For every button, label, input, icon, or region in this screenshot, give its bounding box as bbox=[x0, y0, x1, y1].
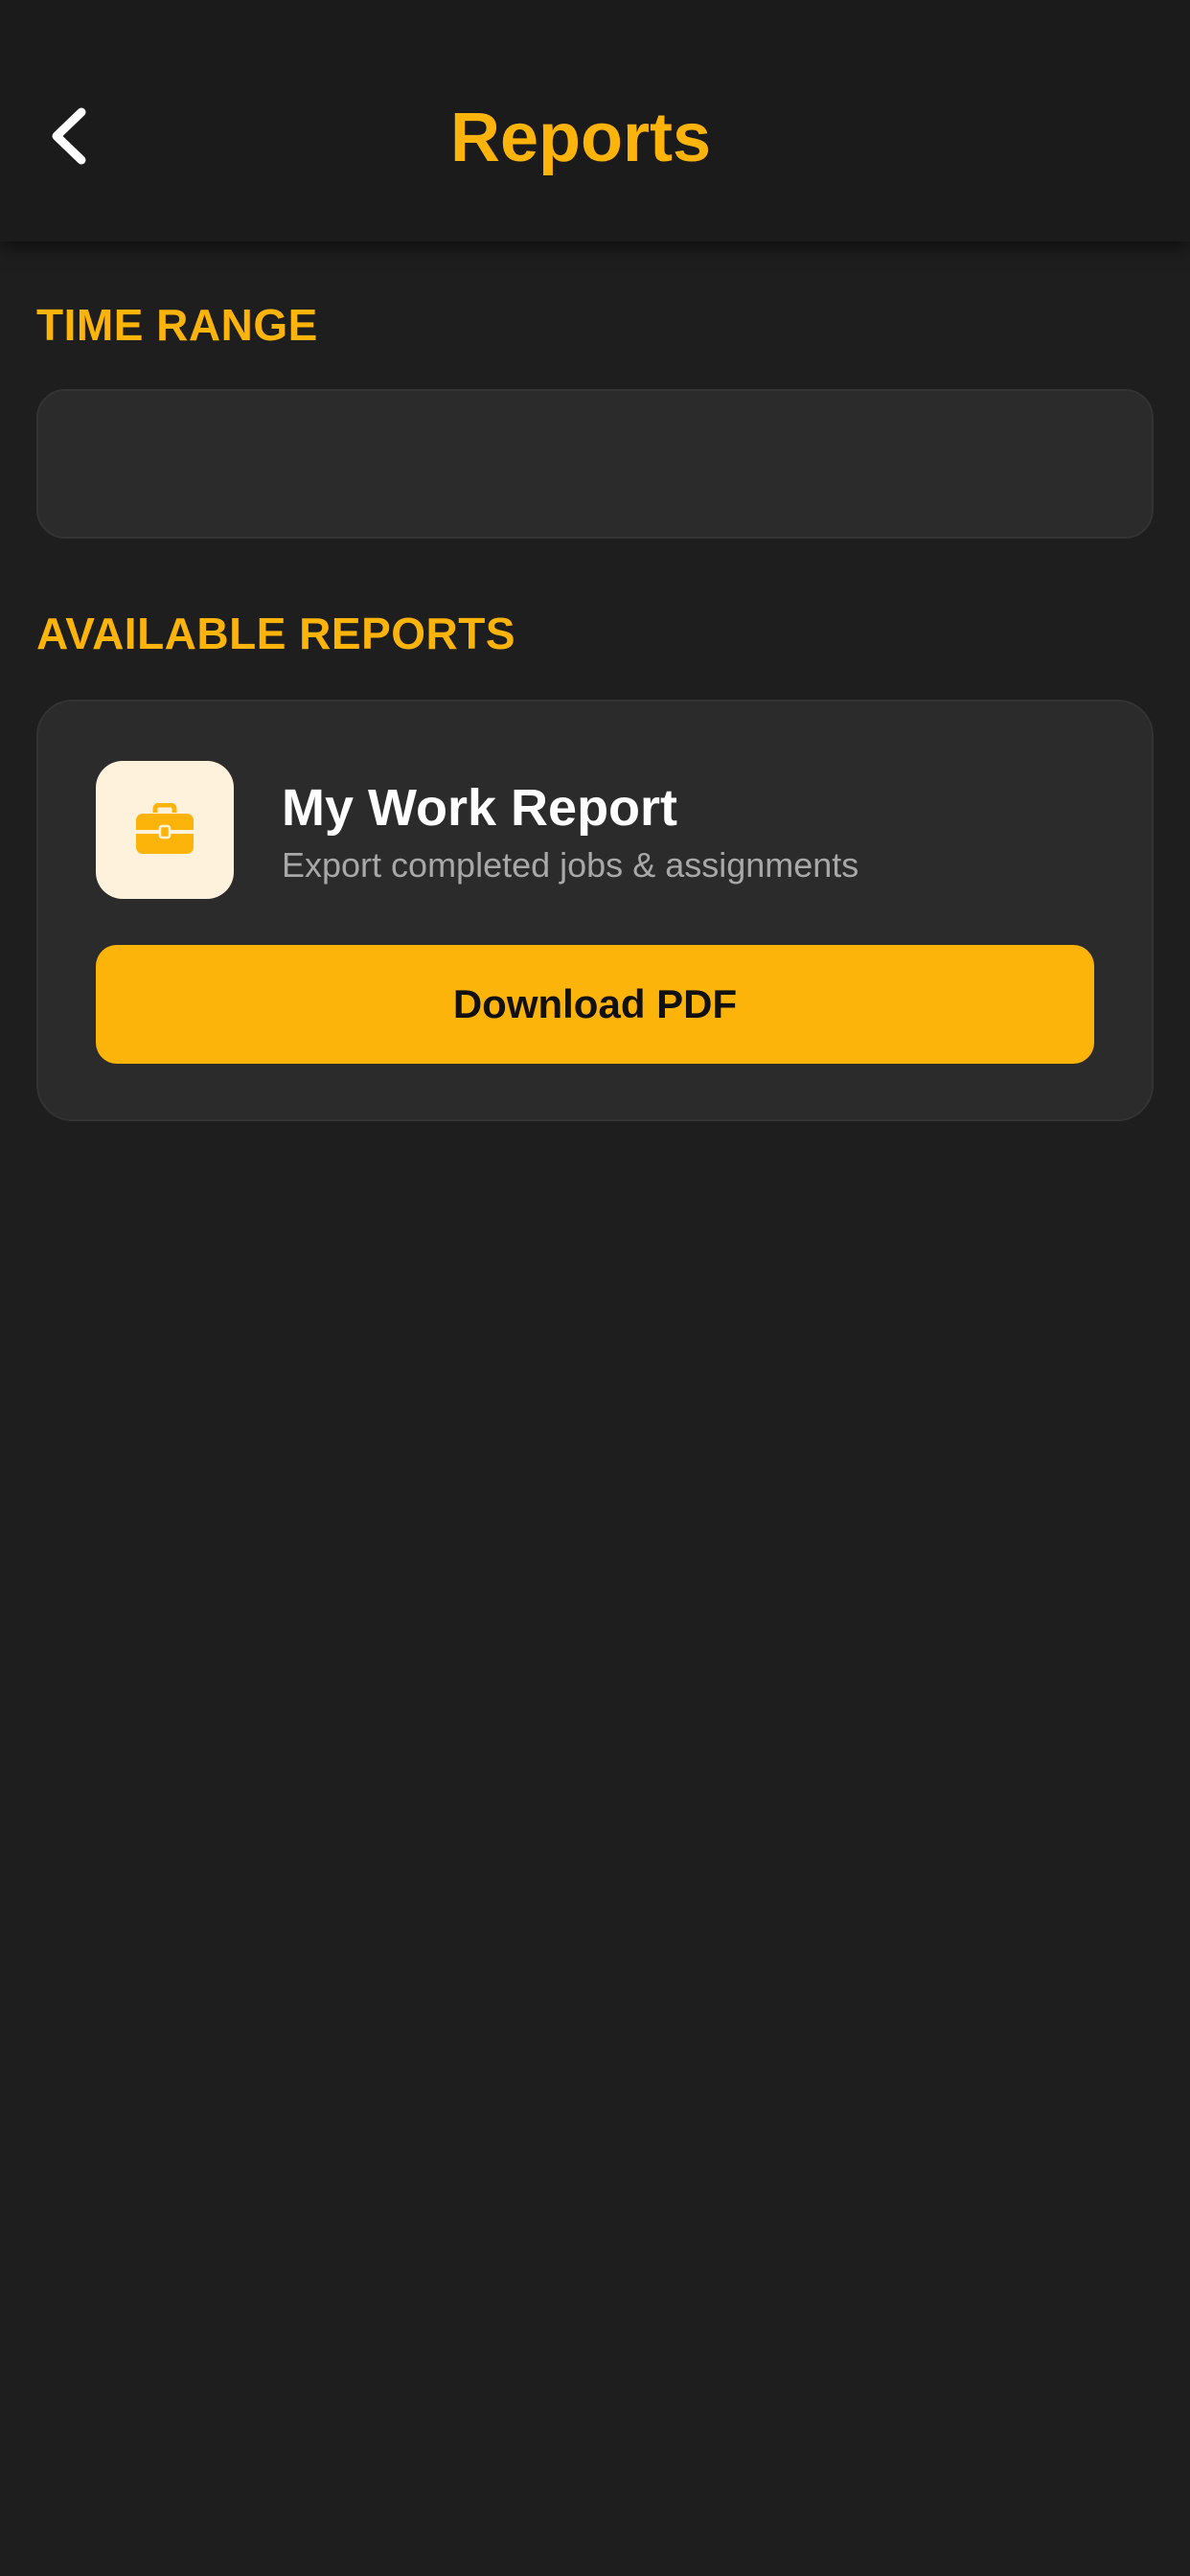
available-reports-label: AVAILABLE REPORTS bbox=[36, 609, 516, 658]
report-subtitle: Export completed jobs & assignments bbox=[282, 845, 859, 885]
page-title: Reports bbox=[449, 100, 712, 176]
app-header: Reports bbox=[0, 0, 1190, 242]
reports-screen: Reports TIME RANGE AVAILABLE REPORTS My … bbox=[0, 0, 1190, 2576]
briefcase-icon bbox=[136, 803, 194, 854]
report-card-my-work: My Work Report Export completed jobs & a… bbox=[36, 700, 1154, 1121]
time-range-selector[interactable] bbox=[36, 389, 1154, 539]
report-title: My Work Report bbox=[282, 779, 678, 837]
time-range-label: TIME RANGE bbox=[36, 300, 318, 350]
report-icon-tile bbox=[96, 761, 234, 899]
status-bar bbox=[0, 0, 1190, 13]
download-pdf-button[interactable]: Download PDF bbox=[96, 945, 1094, 1064]
